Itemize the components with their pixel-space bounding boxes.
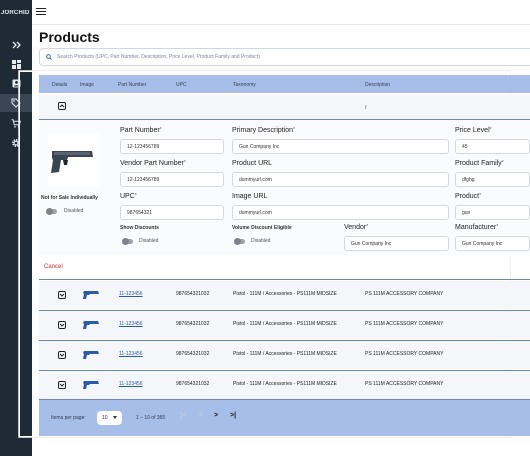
not-for-sale-state: Disabled [64,208,84,214]
chevron-down-icon [59,383,65,387]
last-page-button[interactable]: >| [230,412,236,419]
row-divider [39,279,530,280]
volume-discount-label: Volume Discount Eligible [232,225,292,231]
vendor-field[interactable]: Gun Company Inc [344,236,449,251]
product-thumbnail [83,381,99,389]
col-image[interactable]: Image [80,82,94,88]
upc-cell: 987654321032 [176,291,210,297]
image-url-field[interactable]: dummyurl.com [232,205,449,220]
chevron-down-icon [59,293,65,297]
price-level-field[interactable]: 45 [455,139,530,154]
upc-cell: 987654321032 [176,381,210,387]
manufacturer-label: Manufacturer* [455,224,499,231]
col-taxonomy[interactable]: Taxonomy [233,82,256,88]
page-size-select[interactable]: 10 [97,411,122,425]
part-number-field[interactable]: 12-123456789 [120,139,224,154]
part-number-link[interactable]: 11-123456 [119,291,143,297]
description-cell: PS 111M ACCESSORY COMPANY [365,351,444,357]
app-root: JORCHID Products Search Products (UPC, P… [0,0,530,456]
chevron-down-icon [59,353,65,357]
page-title: Products [39,29,100,45]
description-cell: PS 111M ACCESSORY COMPANY [365,321,444,327]
expanded-row: / [39,95,530,119]
not-for-sale-toggle[interactable] [46,208,57,215]
primary-description-label: Primary Description* [232,127,296,134]
expand-sidebar-icon[interactable] [0,36,32,54]
prev-page-button[interactable]: < [199,412,203,419]
upc-field[interactable]: 987654321 [120,205,224,220]
collapse-row-button[interactable] [58,102,66,110]
product-thumbnail [83,351,99,359]
page-range: 1 – 10 of 365 [136,415,166,421]
col-details[interactable]: Details [52,82,67,88]
search-icon [46,54,52,60]
manufacturer-field[interactable]: Gun Company Inc [455,236,530,251]
product-url-field[interactable]: dummyurl.com [232,172,449,187]
taxonomy-cell: Pistol - 111M / Accessories - PS111M MID… [233,351,337,357]
expand-row-button[interactable] [58,291,66,299]
pagination-bar: Items per page: 10 1 – 10 of 365 |< < > … [39,400,530,436]
items-per-page-label: Items per page: [51,415,86,421]
volume-discount-toggle[interactable] [234,238,245,245]
cancel-button[interactable]: Cancel [44,264,63,270]
image-url-label: Image URL [232,193,268,200]
expand-row-button[interactable] [58,351,66,359]
not-for-sale-label: Not for Sale Individually [41,195,98,201]
vendor-label: Vendor* [344,224,369,231]
upc-label: UPC* [120,193,137,200]
product-image [48,134,100,186]
expanded-row-description: / [365,105,367,111]
show-discounts-state: Disabled [139,238,159,244]
next-page-button[interactable]: > [214,412,218,419]
menu-icon[interactable] [36,6,46,16]
table-header: Details Image Part Number UPC Taxonomy D… [39,75,530,93]
primary-description-field[interactable]: Gun Company Inc [232,139,449,154]
volume-discount-state: Disabled [251,238,271,244]
part-number-link[interactable]: 11-123456 [119,351,143,357]
product-url-label: Product URL [232,160,273,167]
header-divider [32,24,530,25]
table-row[interactable]: 11-123456 987654321032 Pistol - 111M / A… [39,311,530,339]
part-number-link[interactable]: 11-123456 [119,381,143,387]
vendor-part-number-label: Vendor Part Number* [120,160,186,167]
product-thumbnail [83,291,99,299]
part-number-label: Part Number* [120,127,162,134]
description-cell: PS 111M ACCESSORY COMPANY [365,291,444,297]
first-page-button[interactable]: |< [180,412,186,419]
product-thumbnail [83,321,99,329]
show-discounts-toggle[interactable] [122,238,133,245]
expand-row-button[interactable] [58,381,66,389]
table-row[interactable]: 11-123456 987654321032 Pistol - 111M / A… [39,371,530,399]
chevron-down-icon [113,416,117,419]
brand-logo: JORCHID [1,10,30,16]
product-family-field[interactable]: dfghg [455,172,530,187]
price-level-label: Price Level* [455,127,492,134]
chevron-down-icon [59,323,65,327]
taxonomy-cell: Pistol - 111M / Accessories - PS111M MID… [233,321,337,327]
expand-row-button[interactable] [58,321,66,329]
col-description[interactable]: Description [365,82,390,88]
taxonomy-cell: Pistol - 111M / Accessories - PS111M MID… [233,381,337,387]
show-discounts-label: Show Discounts [120,225,159,231]
taxonomy-cell: Pistol - 111M / Accessories - PS111M MID… [233,291,337,297]
description-cell: PS 111M ACCESSORY COMPANY [365,381,444,387]
product-label: Product* [455,193,482,200]
vendor-part-number-field[interactable]: 12-123456789 [120,172,224,187]
search-placeholder: Search Products (UPC, Part Number, Descr… [57,54,260,60]
search-input[interactable]: Search Products (UPC, Part Number, Descr… [39,48,530,66]
col-upc[interactable]: UPC [176,82,187,88]
product-field[interactable]: gun [455,205,530,220]
table-row[interactable]: 11-123456 987654321032 Pistol - 111M / A… [39,281,530,309]
product-edit-form: Not for Sale Individually Disabled Part … [39,120,530,255]
col-part-number[interactable]: Part Number [118,82,146,88]
upc-cell: 987654321032 [176,321,210,327]
upc-cell: 987654321032 [176,351,210,357]
part-number-link[interactable]: 11-123456 [119,321,143,327]
product-family-label: Product Family* [455,160,504,167]
chevron-up-icon [59,104,65,108]
table-row[interactable]: 11-123456 987654321032 Pistol - 111M / A… [39,341,530,369]
